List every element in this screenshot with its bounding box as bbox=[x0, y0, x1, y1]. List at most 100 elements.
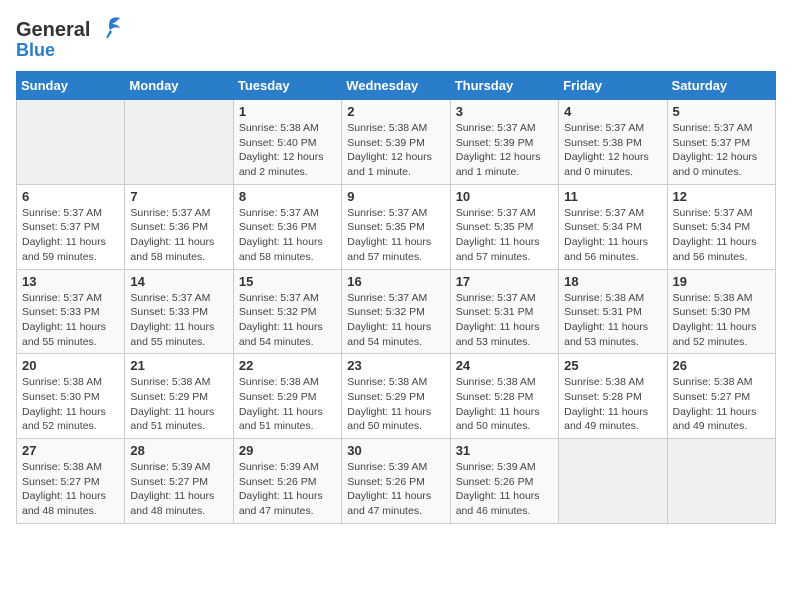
calendar-cell bbox=[559, 439, 667, 524]
day-number: 8 bbox=[239, 189, 336, 204]
calendar-cell: 9 Sunrise: 5:37 AM Sunset: 5:35 PM Daylig… bbox=[342, 184, 450, 269]
day-info: Sunrise: 5:38 AM Sunset: 5:31 PM Dayligh… bbox=[564, 291, 661, 350]
day-number: 24 bbox=[456, 358, 553, 373]
day-info: Sunrise: 5:38 AM Sunset: 5:27 PM Dayligh… bbox=[673, 375, 770, 434]
calendar-week-5: 27 Sunrise: 5:38 AM Sunset: 5:27 PM Dayli… bbox=[17, 439, 776, 524]
calendar-week-3: 13 Sunrise: 5:37 AM Sunset: 5:33 PM Dayli… bbox=[17, 269, 776, 354]
day-number: 19 bbox=[673, 274, 770, 289]
day-number: 12 bbox=[673, 189, 770, 204]
day-number: 28 bbox=[130, 443, 227, 458]
calendar-cell: 20 Sunrise: 5:38 AM Sunset: 5:30 PM Dayli… bbox=[17, 354, 125, 439]
calendar-table: SundayMondayTuesdayWednesdayThursdayFrid… bbox=[16, 71, 776, 524]
day-number: 3 bbox=[456, 104, 553, 119]
day-info: Sunrise: 5:37 AM Sunset: 5:33 PM Dayligh… bbox=[130, 291, 227, 350]
day-number: 30 bbox=[347, 443, 444, 458]
calendar-cell: 11 Sunrise: 5:37 AM Sunset: 5:34 PM Dayli… bbox=[559, 184, 667, 269]
day-number: 10 bbox=[456, 189, 553, 204]
day-number: 1 bbox=[239, 104, 336, 119]
day-info: Sunrise: 5:38 AM Sunset: 5:29 PM Dayligh… bbox=[239, 375, 336, 434]
calendar-cell: 2 Sunrise: 5:38 AM Sunset: 5:39 PM Daylig… bbox=[342, 100, 450, 185]
logo: General Blue bbox=[16, 16, 122, 61]
calendar-header-row: SundayMondayTuesdayWednesdayThursdayFrid… bbox=[17, 72, 776, 100]
day-info: Sunrise: 5:38 AM Sunset: 5:40 PM Dayligh… bbox=[239, 121, 336, 180]
day-number: 27 bbox=[22, 443, 119, 458]
day-info: Sunrise: 5:37 AM Sunset: 5:32 PM Dayligh… bbox=[239, 291, 336, 350]
day-number: 16 bbox=[347, 274, 444, 289]
day-number: 29 bbox=[239, 443, 336, 458]
calendar-cell: 17 Sunrise: 5:37 AM Sunset: 5:31 PM Dayli… bbox=[450, 269, 558, 354]
day-number: 21 bbox=[130, 358, 227, 373]
day-number: 11 bbox=[564, 189, 661, 204]
calendar-cell: 4Sunrise: 5:37 AM Sunset: 5:38 PM Daylig… bbox=[559, 100, 667, 185]
calendar-header-monday: Monday bbox=[125, 72, 233, 100]
day-info: Sunrise: 5:37 AM Sunset: 5:33 PM Dayligh… bbox=[22, 291, 119, 350]
day-number: 14 bbox=[130, 274, 227, 289]
calendar-header-friday: Friday bbox=[559, 72, 667, 100]
logo-bird-icon bbox=[92, 16, 122, 44]
day-number: 26 bbox=[673, 358, 770, 373]
calendar-cell: 19Sunrise: 5:38 AM Sunset: 5:30 PM Dayli… bbox=[667, 269, 775, 354]
day-number: 25 bbox=[564, 358, 661, 373]
calendar-cell: 26 Sunrise: 5:38 AM Sunset: 5:27 PM Dayli… bbox=[667, 354, 775, 439]
calendar-cell: 14 Sunrise: 5:37 AM Sunset: 5:33 PM Dayli… bbox=[125, 269, 233, 354]
day-number: 4 bbox=[564, 104, 661, 119]
calendar-cell: 23 Sunrise: 5:38 AM Sunset: 5:29 PM Dayli… bbox=[342, 354, 450, 439]
day-info: Sunrise: 5:37 AM Sunset: 5:36 PM Dayligh… bbox=[130, 206, 227, 265]
calendar-cell: 16Sunrise: 5:37 AM Sunset: 5:32 PM Dayli… bbox=[342, 269, 450, 354]
calendar-week-2: 6 Sunrise: 5:37 AM Sunset: 5:37 PM Daylig… bbox=[17, 184, 776, 269]
logo-text-blue: Blue bbox=[16, 40, 55, 61]
day-number: 17 bbox=[456, 274, 553, 289]
calendar-cell: 25 Sunrise: 5:38 AM Sunset: 5:28 PM Dayli… bbox=[559, 354, 667, 439]
calendar-cell: 30 Sunrise: 5:39 AM Sunset: 5:26 PM Dayli… bbox=[342, 439, 450, 524]
calendar-header-thursday: Thursday bbox=[450, 72, 558, 100]
day-info: Sunrise: 5:37 AM Sunset: 5:35 PM Dayligh… bbox=[456, 206, 553, 265]
calendar-cell: 3 Sunrise: 5:37 AM Sunset: 5:39 PM Daylig… bbox=[450, 100, 558, 185]
calendar-cell: 21 Sunrise: 5:38 AM Sunset: 5:29 PM Dayli… bbox=[125, 354, 233, 439]
day-info: Sunrise: 5:39 AM Sunset: 5:27 PM Dayligh… bbox=[130, 460, 227, 519]
day-info: Sunrise: 5:38 AM Sunset: 5:27 PM Dayligh… bbox=[22, 460, 119, 519]
calendar-header-wednesday: Wednesday bbox=[342, 72, 450, 100]
day-info: Sunrise: 5:37 AM Sunset: 5:37 PM Dayligh… bbox=[22, 206, 119, 265]
calendar-cell: 15 Sunrise: 5:37 AM Sunset: 5:32 PM Dayli… bbox=[233, 269, 341, 354]
day-number: 9 bbox=[347, 189, 444, 204]
calendar-cell: 22Sunrise: 5:38 AM Sunset: 5:29 PM Dayli… bbox=[233, 354, 341, 439]
day-info: Sunrise: 5:38 AM Sunset: 5:30 PM Dayligh… bbox=[22, 375, 119, 434]
day-number: 23 bbox=[347, 358, 444, 373]
day-info: Sunrise: 5:37 AM Sunset: 5:37 PM Dayligh… bbox=[673, 121, 770, 180]
calendar-cell: 18Sunrise: 5:38 AM Sunset: 5:31 PM Dayli… bbox=[559, 269, 667, 354]
day-info: Sunrise: 5:37 AM Sunset: 5:34 PM Dayligh… bbox=[564, 206, 661, 265]
day-number: 13 bbox=[22, 274, 119, 289]
day-info: Sunrise: 5:37 AM Sunset: 5:39 PM Dayligh… bbox=[456, 121, 553, 180]
day-info: Sunrise: 5:37 AM Sunset: 5:36 PM Dayligh… bbox=[239, 206, 336, 265]
calendar-header-saturday: Saturday bbox=[667, 72, 775, 100]
page-header: General Blue bbox=[16, 16, 776, 61]
day-number: 20 bbox=[22, 358, 119, 373]
calendar-week-1: 1 Sunrise: 5:38 AM Sunset: 5:40 PM Daylig… bbox=[17, 100, 776, 185]
calendar-cell: 28 Sunrise: 5:39 AM Sunset: 5:27 PM Dayli… bbox=[125, 439, 233, 524]
calendar-header-tuesday: Tuesday bbox=[233, 72, 341, 100]
day-info: Sunrise: 5:38 AM Sunset: 5:29 PM Dayligh… bbox=[347, 375, 444, 434]
calendar-cell bbox=[17, 100, 125, 185]
day-number: 7 bbox=[130, 189, 227, 204]
calendar-cell: 31Sunrise: 5:39 AM Sunset: 5:26 PM Dayli… bbox=[450, 439, 558, 524]
calendar-cell: 1 Sunrise: 5:38 AM Sunset: 5:40 PM Daylig… bbox=[233, 100, 341, 185]
day-info: Sunrise: 5:37 AM Sunset: 5:35 PM Dayligh… bbox=[347, 206, 444, 265]
calendar-cell: 8 Sunrise: 5:37 AM Sunset: 5:36 PM Daylig… bbox=[233, 184, 341, 269]
calendar-body: 1 Sunrise: 5:38 AM Sunset: 5:40 PM Daylig… bbox=[17, 100, 776, 524]
calendar-cell: 7 Sunrise: 5:37 AM Sunset: 5:36 PM Daylig… bbox=[125, 184, 233, 269]
calendar-cell: 10 Sunrise: 5:37 AM Sunset: 5:35 PM Dayli… bbox=[450, 184, 558, 269]
day-info: Sunrise: 5:37 AM Sunset: 5:31 PM Dayligh… bbox=[456, 291, 553, 350]
day-info: Sunrise: 5:38 AM Sunset: 5:39 PM Dayligh… bbox=[347, 121, 444, 180]
day-number: 2 bbox=[347, 104, 444, 119]
calendar-header-sunday: Sunday bbox=[17, 72, 125, 100]
day-number: 31 bbox=[456, 443, 553, 458]
day-info: Sunrise: 5:38 AM Sunset: 5:29 PM Dayligh… bbox=[130, 375, 227, 434]
day-number: 15 bbox=[239, 274, 336, 289]
calendar-cell bbox=[667, 439, 775, 524]
calendar-cell: 12Sunrise: 5:37 AM Sunset: 5:34 PM Dayli… bbox=[667, 184, 775, 269]
logo-text-general: General bbox=[16, 19, 90, 42]
day-number: 6 bbox=[22, 189, 119, 204]
calendar-cell bbox=[125, 100, 233, 185]
day-info: Sunrise: 5:39 AM Sunset: 5:26 PM Dayligh… bbox=[347, 460, 444, 519]
day-info: Sunrise: 5:38 AM Sunset: 5:28 PM Dayligh… bbox=[564, 375, 661, 434]
